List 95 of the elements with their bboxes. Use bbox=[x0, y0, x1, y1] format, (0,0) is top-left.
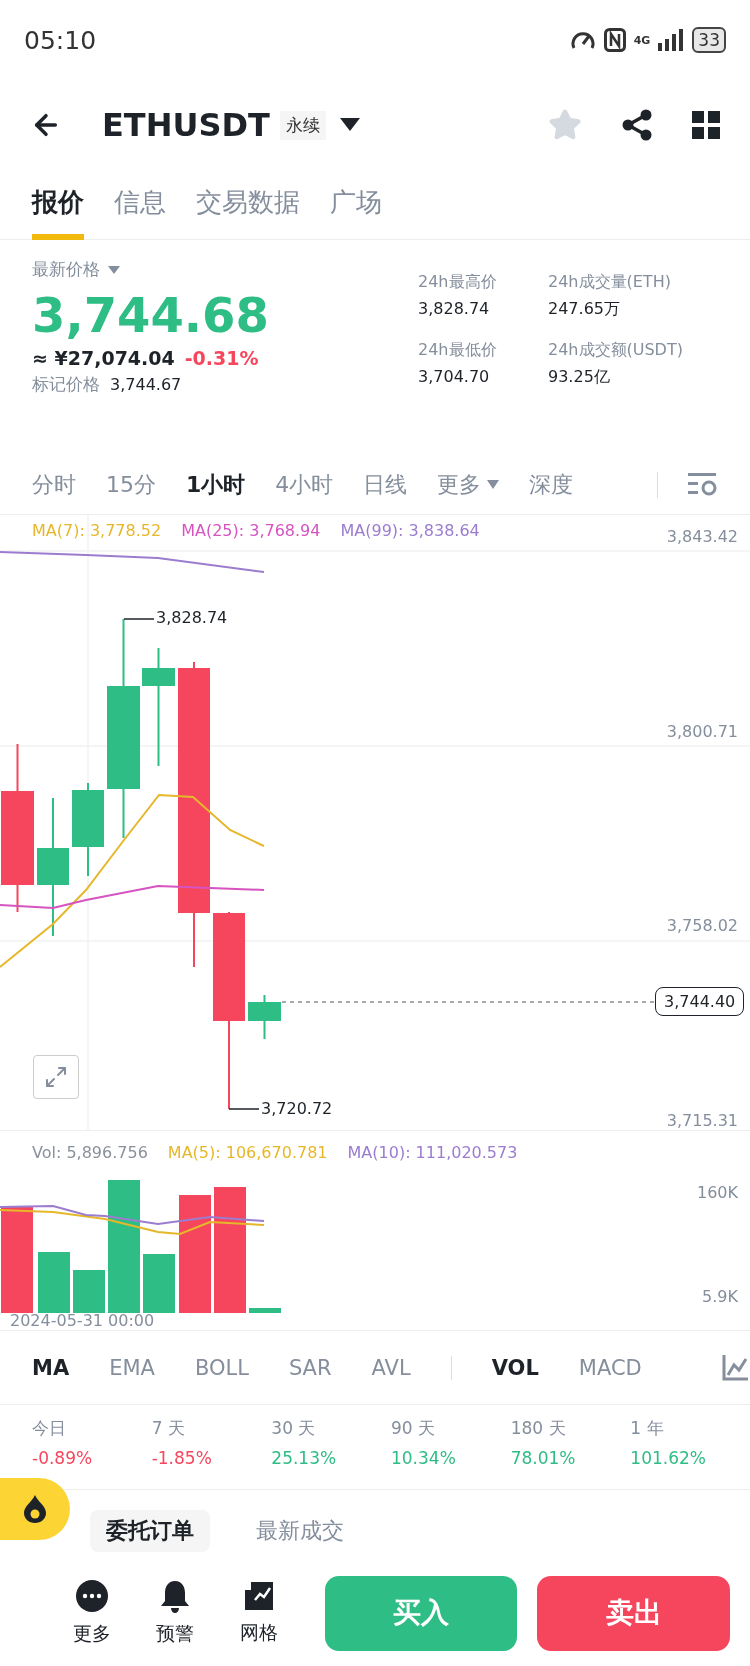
high-price-label: 3,828.74 bbox=[156, 608, 228, 627]
low-price-label: 3,720.72 bbox=[261, 1099, 333, 1118]
caret-icon bbox=[487, 480, 500, 489]
period-label: 今日 bbox=[32, 1417, 67, 1440]
interval-tab[interactable]: 分时 bbox=[32, 469, 76, 500]
legend-item: MA(10): 111,020.573 bbox=[347, 1143, 518, 1162]
price-label: 最新价格 bbox=[32, 258, 100, 281]
share-icon[interactable] bbox=[622, 109, 652, 141]
caret-icon[interactable] bbox=[339, 118, 360, 132]
chart-icon[interactable] bbox=[721, 1354, 748, 1381]
battery-level: 33 bbox=[692, 27, 726, 53]
stat-value: 3,828.74 bbox=[418, 299, 491, 318]
axis-label: 3,800.71 bbox=[666, 721, 738, 741]
mark-price-label: 标记价格 bbox=[32, 373, 100, 396]
symbol-title: ETHUSDT bbox=[102, 106, 270, 144]
legend-item: MA(99): 3,838.64 bbox=[340, 521, 480, 540]
date-label: 2024-05-31 00:00 bbox=[10, 1311, 155, 1330]
volume-bar bbox=[73, 1270, 105, 1313]
volume-bar bbox=[143, 1254, 175, 1313]
stat-label: 24h最低价 bbox=[418, 340, 498, 361]
interval-tab[interactable]: 日线 bbox=[363, 469, 408, 500]
stat-value: 247.65万 bbox=[548, 299, 621, 320]
volume-bar bbox=[249, 1308, 281, 1313]
expand-button[interactable] bbox=[33, 1055, 79, 1099]
indicator-tab[interactable]: SAR bbox=[288, 1355, 332, 1380]
axis-label: 3,758.02 bbox=[666, 916, 738, 936]
action-button[interactable]: 更多 bbox=[50, 1579, 134, 1647]
period-label: 30 天 bbox=[271, 1417, 317, 1440]
order-tab[interactable]: 最新成交 bbox=[240, 1510, 360, 1552]
stat-value: 3,704.70 bbox=[418, 367, 491, 386]
leader-line bbox=[123, 618, 155, 620]
interval-tab[interactable]: 4小时 bbox=[275, 469, 334, 500]
tab[interactable]: 报价 bbox=[32, 170, 84, 240]
period-label: 180 天 bbox=[510, 1417, 567, 1440]
clock-time: 05:10 bbox=[24, 25, 97, 55]
nfc-icon bbox=[603, 28, 626, 52]
signal-icon bbox=[658, 29, 685, 51]
interval-tab[interactable]: 深度 bbox=[529, 469, 574, 500]
expand-icon bbox=[44, 1065, 68, 1089]
indicator-tab[interactable]: VOL bbox=[450, 1355, 539, 1380]
network-type: 4G bbox=[633, 33, 651, 47]
order-tab[interactable]: 委托订单 bbox=[90, 1510, 210, 1552]
grid-chart-icon bbox=[242, 1580, 275, 1612]
interval-tab[interactable]: 更多 bbox=[437, 469, 500, 500]
contract-type-badge: 永续 bbox=[279, 110, 326, 140]
axis-label: 160K bbox=[696, 1183, 738, 1202]
star-icon[interactable] bbox=[548, 108, 582, 142]
return-value: 25.13% bbox=[271, 1448, 338, 1468]
indicator-tab[interactable]: AVL bbox=[371, 1355, 411, 1380]
return-value: -0.89% bbox=[32, 1448, 94, 1468]
price-change: -0.31% bbox=[184, 347, 259, 369]
stat-label: 24h成交额(USDT) bbox=[548, 340, 684, 361]
bell-icon bbox=[160, 1579, 191, 1613]
stat-label: 24h成交量(ETH) bbox=[548, 272, 672, 293]
flame-icon bbox=[22, 1494, 48, 1524]
action-button[interactable]: 预警 bbox=[133, 1579, 218, 1647]
current-price-tag: 3,744.40 bbox=[655, 987, 745, 1016]
settings-icon[interactable] bbox=[688, 472, 718, 497]
mark-price: 3,744.67 bbox=[110, 375, 182, 394]
stat-value: 93.25亿 bbox=[548, 367, 611, 388]
interval-tab[interactable]: 15分 bbox=[106, 469, 156, 500]
legend-item: MA(25): 3,768.94 bbox=[181, 521, 321, 540]
sell-button[interactable]: 卖出 bbox=[537, 1575, 730, 1651]
leader-line bbox=[228, 1108, 260, 1110]
indicator-tab[interactable]: MA bbox=[32, 1355, 70, 1380]
period-label: 7 天 bbox=[151, 1417, 186, 1440]
action-button[interactable]: 网格 bbox=[217, 1580, 301, 1646]
stat-label: 24h最高价 bbox=[418, 272, 498, 293]
interval-tab[interactable]: 1小时 bbox=[186, 469, 246, 500]
legend-item: Vol: 5,896.756 bbox=[32, 1143, 148, 1162]
buy-button[interactable]: 买入 bbox=[324, 1575, 518, 1651]
tab[interactable]: 信息 bbox=[114, 170, 166, 240]
return-value: 10.34% bbox=[391, 1448, 457, 1468]
indicator-tab[interactable]: BOLL bbox=[194, 1355, 249, 1380]
volume-bar bbox=[38, 1252, 70, 1313]
period-label: 90 天 bbox=[391, 1417, 437, 1440]
indicator-tab[interactable]: EMA bbox=[109, 1355, 155, 1380]
candle bbox=[248, 995, 281, 1039]
return-value: 78.01% bbox=[510, 1448, 577, 1468]
legend-item: MA(5): 106,670.781 bbox=[167, 1143, 328, 1162]
more-icon bbox=[74, 1579, 109, 1613]
axis-label: 5.9K bbox=[702, 1287, 738, 1306]
last-price: 3,744.68 bbox=[32, 287, 270, 343]
legend-item: MA(7): 3,778.52 bbox=[32, 521, 162, 540]
grid-icon[interactable] bbox=[692, 111, 720, 139]
period-label: 1 年 bbox=[630, 1417, 665, 1440]
return-value: -1.85% bbox=[151, 1448, 213, 1468]
tab[interactable]: 交易数据 bbox=[196, 170, 300, 240]
tab[interactable]: 广场 bbox=[330, 170, 382, 240]
cny-price: ≈ ¥27,074.04 bbox=[32, 347, 175, 369]
return-value: 101.62% bbox=[630, 1448, 707, 1468]
indicator-tab[interactable]: MACD bbox=[578, 1355, 642, 1380]
axis-label: 3,843.42 bbox=[666, 527, 738, 546]
axis-label: 3,715.31 bbox=[666, 1110, 738, 1130]
floating-button[interactable] bbox=[0, 1478, 70, 1540]
